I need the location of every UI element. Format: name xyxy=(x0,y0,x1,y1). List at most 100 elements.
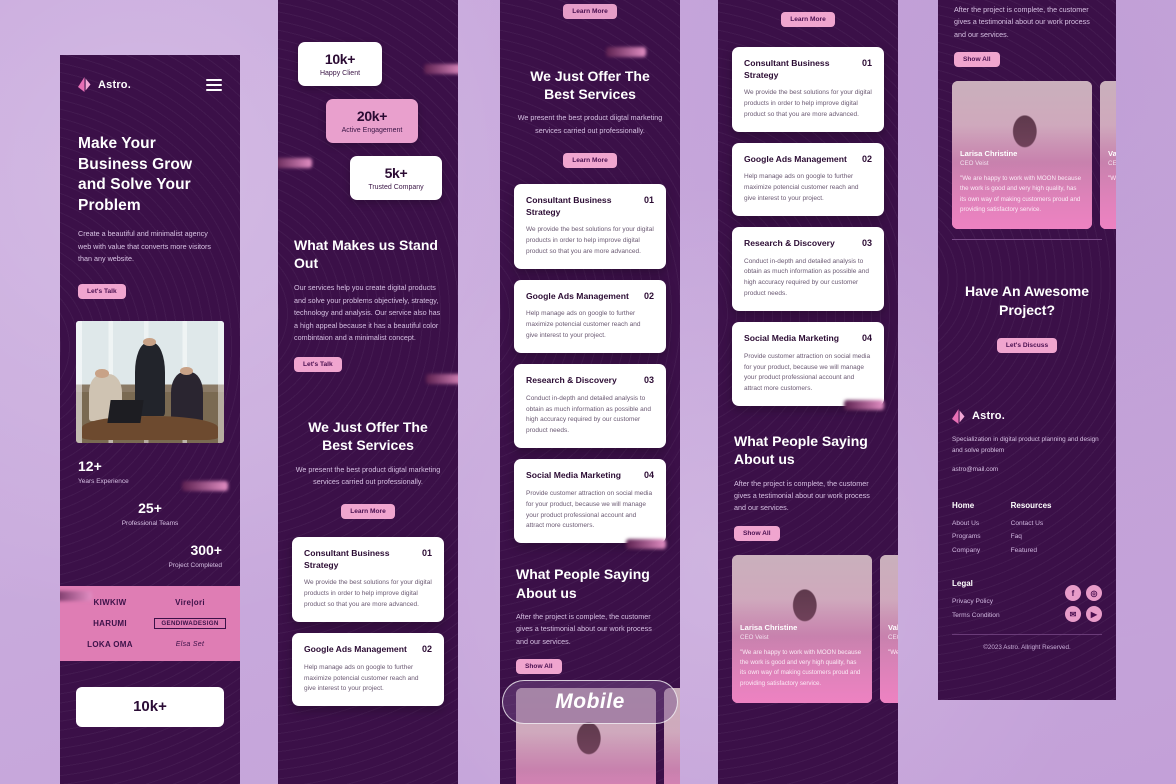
facebook-icon[interactable]: f xyxy=(1065,585,1081,602)
testimonial-role: CEO Veist xyxy=(740,633,769,641)
footer-link[interactable]: Programs xyxy=(952,530,981,544)
footer-legal: Legal Privacy Policy Terms Condition xyxy=(952,579,1000,622)
show-all-button[interactable]: Show All xyxy=(734,525,780,541)
service-card[interactable]: Consultant Business Strategy 01 We provi… xyxy=(732,47,884,132)
service-description: We provide the best solutions for your d… xyxy=(744,89,872,118)
decorative-blur-bar xyxy=(426,374,458,385)
stand-out-cta-button[interactable]: Let's Talk xyxy=(294,357,342,373)
brand-name: Astro. xyxy=(98,78,131,91)
mockup-panel-services-list: Learn More We Just Offer The Best Servic… xyxy=(500,0,680,784)
mobile-overlay-badge: Mobile xyxy=(502,680,678,724)
footer-link[interactable]: Featured xyxy=(1011,544,1052,558)
stat-label: Project Completed xyxy=(168,562,222,570)
footer-link[interactable]: Privacy Policy xyxy=(952,595,1000,609)
learn-more-button[interactable]: Learn More xyxy=(781,12,835,27)
service-description: Help manage ads on google to further max… xyxy=(526,310,641,340)
stat-number: 12+ xyxy=(78,457,102,474)
testimonial-card[interactable]: Larisa Christine CEO Veist "We are happy… xyxy=(952,81,1092,230)
service-name: Google Ads Management xyxy=(744,153,847,164)
stand-out-section: What Makes us Stand Out Our services hel… xyxy=(278,200,458,373)
testimonial-quote: "We ar MOON and ve way of and pro xyxy=(1108,175,1116,183)
service-description: We provide the best solutions for your d… xyxy=(304,579,432,609)
service-description: Provide customer attraction on social me… xyxy=(744,352,871,393)
testimonial-card[interactable]: Larisa Christine CEO Veist "We are happy… xyxy=(732,554,872,703)
mockup-panel-home-top: Astro. Make Your Business Grow and Solve… xyxy=(60,55,240,784)
stat-label: Professional Teams xyxy=(121,519,179,527)
footer-link[interactable]: Company xyxy=(952,544,981,558)
stat-number: 300+ xyxy=(190,542,222,559)
stat-number: 25+ xyxy=(138,499,162,516)
service-number: 03 xyxy=(861,237,872,248)
client-logo: Vire|ori xyxy=(175,597,205,607)
section-subtitle: After the project is complete, the custo… xyxy=(516,611,652,646)
service-card[interactable]: Consultant Business Strategy 01 We provi… xyxy=(514,184,666,269)
cta-title: Have An Awesome Project? xyxy=(965,283,1089,318)
service-number: 04 xyxy=(643,470,654,481)
section-body: Our services help you create digital pro… xyxy=(294,283,441,342)
footer-link[interactable]: Terms Condition xyxy=(952,609,1000,623)
testimonials-row: Larisa Christine CEO Veist "We are happy… xyxy=(938,67,1116,230)
testimonial-quote: "We ar MOON and ve way of and pro xyxy=(888,648,898,656)
youtube-icon[interactable]: ▶ xyxy=(1086,606,1102,623)
mockup-panel-stats-services: 10k+ Happy Client 20k+ Active Engagement… xyxy=(278,0,458,784)
section-subtitle: After the project is complete, the custo… xyxy=(954,5,1090,39)
testimonial-role: CEO Veist xyxy=(960,160,989,168)
show-all-button[interactable]: Show All xyxy=(516,658,562,674)
section-subtitle: We present the best product diigtal mark… xyxy=(517,113,663,135)
service-card[interactable]: Google Ads Management 02 Help manage ads… xyxy=(292,633,444,707)
learn-more-button-peek[interactable]: Learn More xyxy=(563,4,617,19)
footer-column-heading: Legal xyxy=(952,579,973,589)
footer-column-heading: Resources xyxy=(1010,500,1052,510)
footer-link[interactable]: Contact Us xyxy=(1011,517,1052,531)
service-name: Research & Discovery xyxy=(526,375,617,386)
service-name: Consultant Business Strategy xyxy=(304,548,390,570)
stat-label: Years Experience xyxy=(78,477,129,485)
stat-card-label: Trusted Company xyxy=(368,184,424,191)
instagram-icon[interactable]: ◎ xyxy=(1086,585,1102,602)
footer-link[interactable]: About Us xyxy=(952,517,981,531)
footer-link[interactable]: Faq xyxy=(1011,530,1052,544)
footer-brand[interactable]: Astro. xyxy=(952,408,1102,424)
service-description: Help manage ads on google to further max… xyxy=(304,663,419,693)
service-number: 02 xyxy=(421,644,432,655)
decorative-blur-bar xyxy=(606,47,646,57)
decorative-blur-bar xyxy=(844,400,884,411)
service-number: 02 xyxy=(861,153,872,164)
stat-card: 5k+ Trusted Company xyxy=(350,156,442,200)
service-description: We provide the best solutions for your d… xyxy=(526,226,654,255)
show-all-button[interactable]: Show All xyxy=(954,52,1000,68)
brand[interactable]: Astro. xyxy=(78,77,131,92)
lets-discuss-button[interactable]: Let's Discuss xyxy=(996,337,1058,353)
testimonial-card[interactable]: Valeri CEO V "We ar MOON and ve way of a… xyxy=(880,554,898,703)
footer-column-resources: Resources Contact Us Faq Featured xyxy=(1011,501,1052,558)
service-description: Help manage ads on google to further max… xyxy=(744,173,859,203)
decorative-blur-bar xyxy=(626,539,666,550)
service-card[interactable]: Research & Discovery 03 Conduct in-depth… xyxy=(514,364,666,449)
service-number: 02 xyxy=(643,290,654,301)
service-card[interactable]: Social Media Marketing 04 Provide custom… xyxy=(514,459,666,544)
service-card[interactable]: Consultant Business Strategy 01 We provi… xyxy=(292,537,444,623)
stat-card: 10k+ Happy Client xyxy=(298,42,382,86)
twitter-icon[interactable]: ✉ xyxy=(1065,606,1081,623)
testimonial-name: Larisa Christine xyxy=(740,622,798,632)
footer-link-columns: Home About Us Programs Company Resources… xyxy=(952,501,1102,558)
mockup-panel-services-testimonials: Learn More Consultant Business Strategy … xyxy=(718,0,898,784)
service-card[interactable]: Social Media Marketing 04 Provide custom… xyxy=(732,322,884,407)
astro-logo-icon xyxy=(78,77,91,92)
services-cta-button[interactable]: Learn More xyxy=(341,504,395,520)
footer-email[interactable]: astro@mail.com xyxy=(952,464,1102,475)
services-list: Consultant Business Strategy 01 We provi… xyxy=(718,27,898,407)
service-card[interactable]: Google Ads Management 02 Help manage ads… xyxy=(732,142,884,216)
cta-section: Have An Awesome Project? Let's Discuss xyxy=(938,240,1116,353)
service-card[interactable]: Research & Discovery 03 Conduct in-depth… xyxy=(732,226,884,312)
service-card[interactable]: Google Ads Management 02 Help manage ads… xyxy=(514,279,666,354)
service-name: Research & Discovery xyxy=(744,237,835,248)
stat-card-peek: 10k+ xyxy=(76,686,224,727)
decorative-blur-bar xyxy=(424,64,458,74)
hamburger-menu-icon[interactable] xyxy=(206,78,222,91)
testimonial-role: CEO V xyxy=(888,633,898,641)
hero-cta-button[interactable]: Let's Talk xyxy=(78,283,126,299)
testimonial-card[interactable]: Valeri CEO V "We ar MOON and ve way of a… xyxy=(1100,81,1116,230)
section-title: What People Saying About us xyxy=(734,433,868,468)
services-cta-button[interactable]: Learn More xyxy=(563,153,617,169)
